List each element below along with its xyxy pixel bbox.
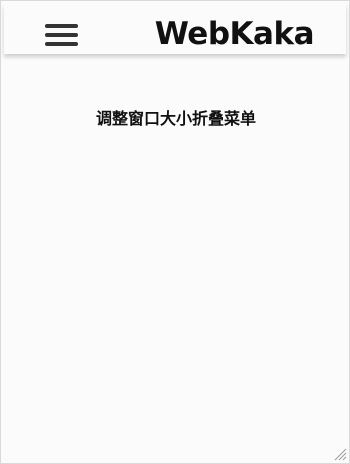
hamburger-line-top (45, 24, 78, 28)
top-navigation-bar: WebKaka (4, 4, 346, 54)
brand-logo-text[interactable]: WebKaka (155, 12, 315, 56)
window-frame: WebKaka 调整窗口大小折叠菜单 (0, 0, 350, 464)
hamburger-line-middle (45, 33, 78, 37)
hamburger-line-bottom (45, 42, 78, 46)
hamburger-menu-button[interactable] (42, 20, 80, 50)
resize-hint-text: 调整窗口大小折叠菜单 (95, 109, 256, 128)
resize-grip-icon[interactable] (333, 447, 347, 461)
